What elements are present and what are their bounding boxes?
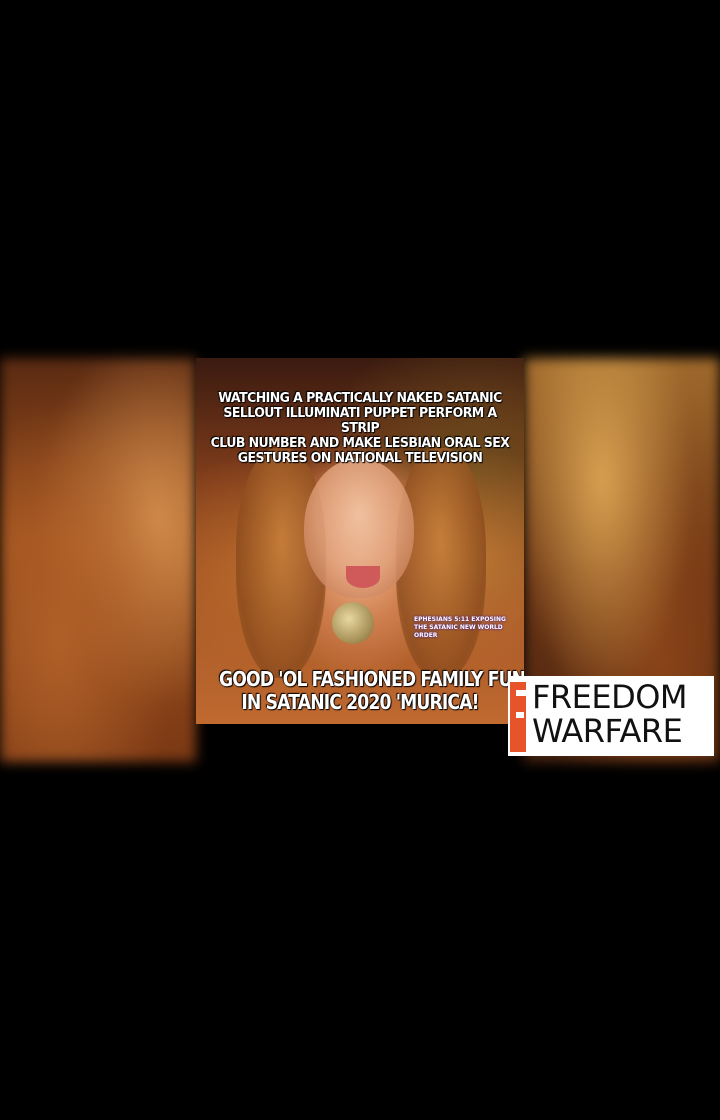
watermark-text: FREEDOM WARFARE: [532, 678, 688, 750]
top-caption: WATCHING A PRACTICALLY NAKED SATANIC SEL…: [209, 391, 511, 466]
caption-line: GOOD 'OL FASHIONED FAMILY FUN: [218, 667, 524, 691]
video-player-screen[interactable]: WATCHING A PRACTICALLY NAKED SATANIC SEL…: [0, 0, 720, 1120]
small-caption: EPHESIANS 5:11 EXPOSING THE SATANIC NEW …: [414, 616, 524, 640]
caption-line: GESTURES ON NATIONAL TELEVISION: [237, 450, 483, 466]
caption-line: CLUB NUMBER AND MAKE LESBIAN ORAL SEX: [210, 435, 510, 451]
video-frame[interactable]: WATCHING A PRACTICALLY NAKED SATANIC SEL…: [196, 358, 524, 724]
watermark-line: FREEDOM: [532, 678, 688, 716]
caption-line: SELLOUT ILLUMINATI PUPPET PERFORM A STRI…: [223, 405, 497, 436]
caption-line: IN SATANIC 2020 'MURICA!: [241, 690, 479, 714]
caption-line: WATCHING A PRACTICALLY NAKED SATANIC: [218, 390, 502, 406]
bottom-caption: GOOD 'OL FASHIONED FAMILY FUN IN SATANIC…: [218, 667, 524, 714]
video-image-detail: [346, 566, 380, 588]
video-image-detail: [396, 448, 486, 678]
caption-line: THE SATANIC NEW WORLD ORDER: [414, 624, 503, 639]
f-logo-icon: [510, 682, 526, 752]
microphone-image: [332, 602, 374, 644]
blurred-background-left: [0, 358, 196, 762]
watermark-line: WARFARE: [532, 712, 683, 750]
freedom-warfare-watermark: FREEDOM WARFARE: [508, 676, 714, 756]
caption-line: EPHESIANS 5:11 EXPOSING: [414, 616, 506, 623]
